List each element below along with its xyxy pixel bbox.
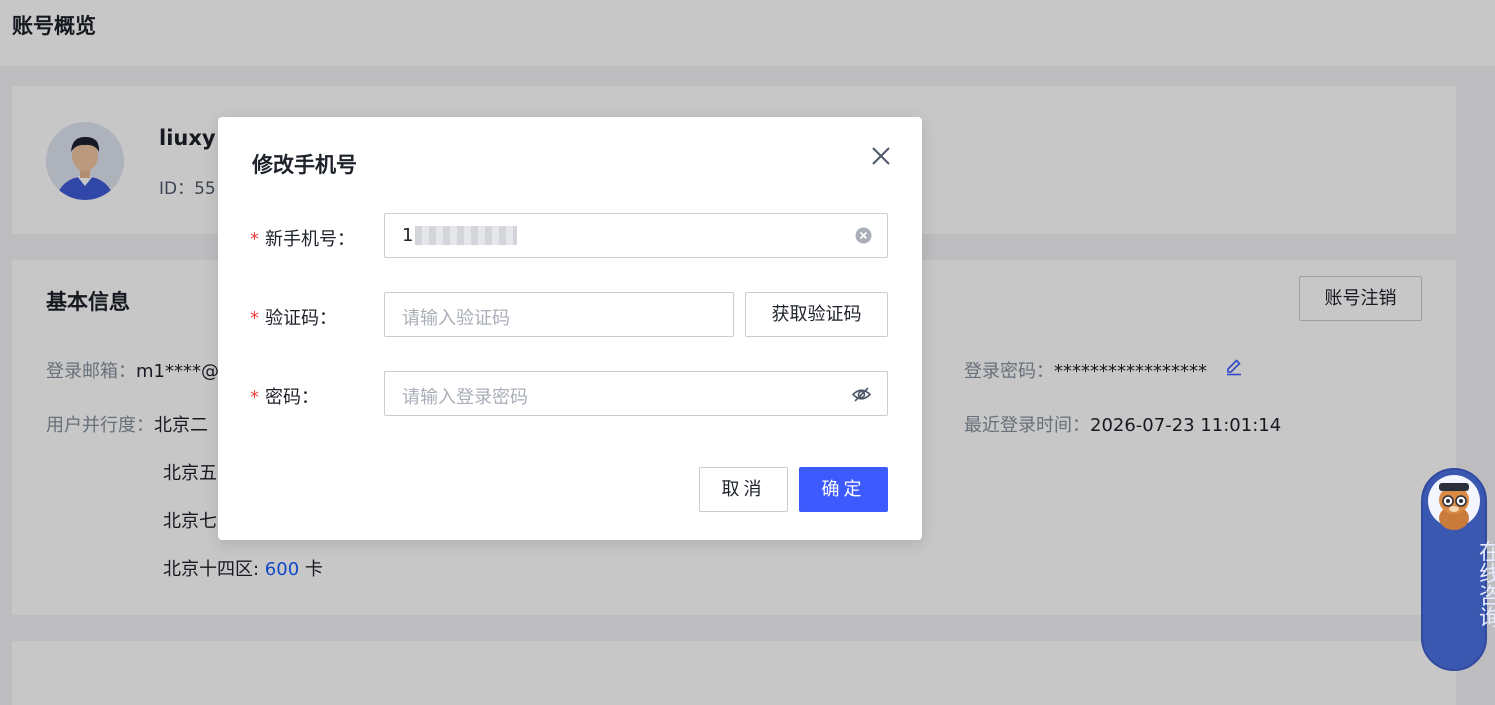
- required-mark: *: [250, 387, 259, 408]
- code-label-text: 验证码：: [265, 308, 337, 329]
- code-label: * 验证码：: [250, 304, 390, 330]
- redacted-phone: [415, 226, 517, 245]
- clear-icon[interactable]: [855, 227, 872, 244]
- code-placeholder: 请输入验证码: [402, 308, 510, 329]
- password-placeholder: 请输入登录密码: [402, 387, 528, 408]
- phone-input[interactable]: 1: [384, 213, 888, 258]
- cancel-button[interactable]: 取消: [699, 467, 788, 512]
- required-mark: *: [250, 229, 259, 250]
- password-input[interactable]: 请输入登录密码: [384, 371, 888, 416]
- eye-off-icon[interactable]: [851, 384, 872, 405]
- confirm-button[interactable]: 确定: [799, 467, 888, 512]
- phone-label-text: 新手机号：: [265, 229, 355, 250]
- get-code-button[interactable]: 获取验证码: [745, 292, 888, 337]
- password-label: * 密码：: [250, 383, 390, 409]
- modal-title: 修改手机号: [252, 153, 357, 177]
- phone-label: * 新手机号：: [250, 225, 390, 251]
- change-phone-modal: 修改手机号 * 新手机号： 1 * 验证码： 请输入验证码 获取验证码 * 密码： 请…: [218, 117, 922, 540]
- password-label-text: 密码：: [265, 387, 319, 408]
- mascot-icon: [1428, 475, 1480, 530]
- online-consult-label: 在线咨询: [1475, 540, 1495, 628]
- required-mark: *: [250, 308, 259, 329]
- code-input[interactable]: 请输入验证码: [384, 292, 734, 337]
- online-consult-button[interactable]: 在线咨询: [1421, 468, 1495, 671]
- close-icon[interactable]: [870, 145, 892, 167]
- phone-value: 1: [402, 225, 414, 246]
